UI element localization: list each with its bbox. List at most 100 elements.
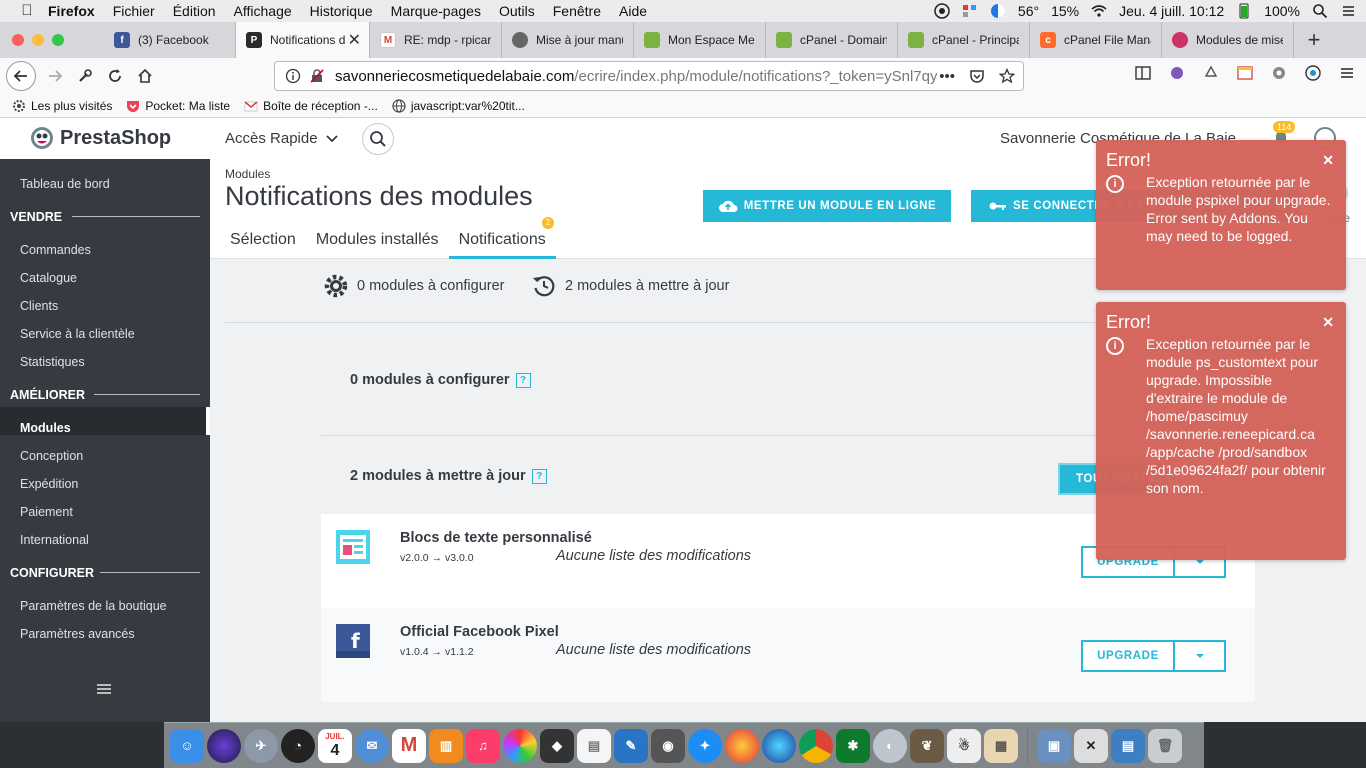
downloads-stack-icon[interactable]: ▤ [1111,728,1145,763]
apple-icon[interactable]:  [18,2,36,20]
new-tab-button[interactable]: + [1294,22,1334,58]
summary-update[interactable]: 2 modules à mettre à jour [531,273,729,299]
back-button[interactable] [6,61,36,91]
tab-cpanel-principal[interactable]: cPanel - Principal [898,22,1030,58]
bookmark-star-icon[interactable] [999,67,1015,84]
tab-selection[interactable]: Sélection [220,225,306,259]
screenshot-extension-icon[interactable] [1236,64,1254,82]
hamburger-menu-icon[interactable] [1338,64,1356,82]
close-tab-icon[interactable]: ✕ [348,30,361,50]
sidebar-item-catalogue[interactable]: Catalogue [20,271,77,285]
gear-extension-icon[interactable] [1270,64,1288,82]
photos-icon[interactable] [503,728,537,763]
page-actions-icon[interactable]: ••• [939,68,955,85]
finder-icon[interactable]: ☺ [170,728,204,763]
filezilla-icon[interactable]: ✱ [836,728,870,763]
bookmark-pocket[interactable]: Pocket: Ma liste [126,99,230,113]
pocket-icon[interactable] [969,68,985,84]
insecure-lock-icon[interactable] [309,68,325,84]
reload-button[interactable] [100,61,130,91]
safari-icon[interactable]: ✦ [688,728,722,763]
tab-notifications[interactable]: P Notifications d ✕ [236,22,370,58]
menu-edition[interactable]: Édition [173,3,216,19]
tab-modules-mise[interactable]: Modules de mise [1162,22,1294,58]
bluetooth-controls-icon[interactable] [962,3,978,19]
weather-icon[interactable] [990,3,1006,19]
menu-aide[interactable]: Aide [619,3,647,19]
upgrade-dropdown-toggle[interactable] [1175,642,1224,670]
itunes-icon[interactable]: ♫ [466,728,500,763]
tab-cpanel-file-manager[interactable]: c cPanel File Manager [1030,22,1162,58]
prestashop-logo[interactable]: PrestaShop [30,126,171,150]
inkscape-icon[interactable]: ◆ [540,728,574,763]
dashboard-icon[interactable]: ◔ [281,728,315,763]
cyberduck-icon[interactable]: ◐ [873,728,907,763]
sidebar-collapse-icon[interactable] [97,684,111,694]
sidebar-item-international[interactable]: International [20,533,89,547]
automator-icon[interactable]: ☃ [947,728,981,763]
firefox-dev-icon[interactable] [762,728,796,763]
spotlight-search-icon[interactable] [1312,3,1328,19]
tab-modules-installes[interactable]: Modules installés [306,225,449,259]
sidebar-item-conception[interactable]: Conception [20,449,83,463]
sidebar-item-dashboard[interactable]: Tableau de bord [20,177,110,191]
sidebar-item-modules[interactable]: Modules [20,421,71,435]
chrome-icon[interactable] [799,728,833,763]
textedit-icon[interactable]: ▤ [577,728,611,763]
minimize-window-button[interactable] [32,34,44,46]
menu-fichier[interactable]: Fichier [113,3,155,19]
sync-account-icon[interactable] [1304,64,1322,82]
extension-purple-icon[interactable] [1168,64,1186,82]
header-search-button[interactable] [362,123,394,155]
question-help-icon[interactable]: ? [515,372,531,388]
zoom-window-button[interactable] [52,34,64,46]
trash-icon[interactable]: 🗑 [1148,728,1182,763]
battery-icon[interactable] [1236,3,1252,19]
image-capture-icon[interactable]: ▣ [1037,728,1071,763]
summary-configure[interactable]: 0 modules à configurer [323,273,505,299]
menu-marque-pages[interactable]: Marque-pages [391,3,481,19]
gmail-icon[interactable]: M [392,728,426,763]
sidebar-item-clients[interactable]: Clients [20,299,58,313]
sidebar-item-paiement[interactable]: Paiement [20,505,73,519]
activity-icon[interactable] [934,3,950,19]
sidebar-item-parametres-boutique[interactable]: Paramètres de la boutique [20,599,167,613]
datetime-text[interactable]: Jeu. 4 juill. 10:12 [1119,3,1224,19]
tab-espace-membre[interactable]: Mon Espace Membre [634,22,766,58]
bookmark-most-visited[interactable]: Les plus visités [12,99,112,113]
sidebar-item-statistiques[interactable]: Statistiques [20,355,85,369]
firefox-icon[interactable] [725,728,759,763]
menu-app[interactable]: Firefox [48,3,95,19]
customize-button[interactable] [70,61,100,91]
sidebar-item-parametres-avances[interactable]: Paramètres avancés [20,627,135,641]
launchpad-icon[interactable]: ✈ [244,728,278,763]
url-bar[interactable]: savonneriecosmetiquedelabaie.com/ecrire/… [274,61,1024,91]
menu-historique[interactable]: Historique [310,3,373,19]
gimp-icon[interactable]: ❦ [910,728,944,763]
bookmark-javascript[interactable]: javascript:var%20tit... [392,99,525,113]
quick-access-dropdown[interactable]: Accès Rapide [225,130,338,147]
forward-button[interactable] [40,61,70,91]
pages-icon[interactable]: ✎ [614,728,648,763]
tab-mise-a-jour[interactable]: Mise à jour manuelle [502,22,634,58]
upload-module-button[interactable]: METTRE UN MODULE EN LIGNE [703,190,951,222]
close-icon[interactable]: ✕ [1322,314,1334,331]
sidebar-item-service-client[interactable]: Service à la clientèle [20,327,135,341]
tab-gmail[interactable]: M RE: mdp - rpicard [370,22,502,58]
breadcrumb[interactable]: Modules [225,167,270,181]
info-icon[interactable] [285,68,301,84]
xcode-tools-icon[interactable]: ✕ [1074,728,1108,763]
books-icon[interactable]: ▥ [429,728,463,763]
close-window-button[interactable] [12,34,24,46]
recycle-icon[interactable] [1202,64,1220,82]
tab-facebook[interactable]: f (3) Facebook [104,22,236,58]
menu-affichage[interactable]: Affichage [234,3,292,19]
notification-center-icon[interactable] [1340,3,1356,19]
tab-notifications[interactable]: Notifications 2 [448,217,556,259]
tab-cpanel-domaines[interactable]: cPanel - Domaines [766,22,898,58]
siri-icon[interactable] [207,728,241,763]
sidebar-item-expedition[interactable]: Expédition [20,477,78,491]
library-icon[interactable] [1134,64,1152,82]
wifi-icon[interactable] [1091,3,1107,19]
question-help-icon[interactable]: ? [531,468,547,484]
